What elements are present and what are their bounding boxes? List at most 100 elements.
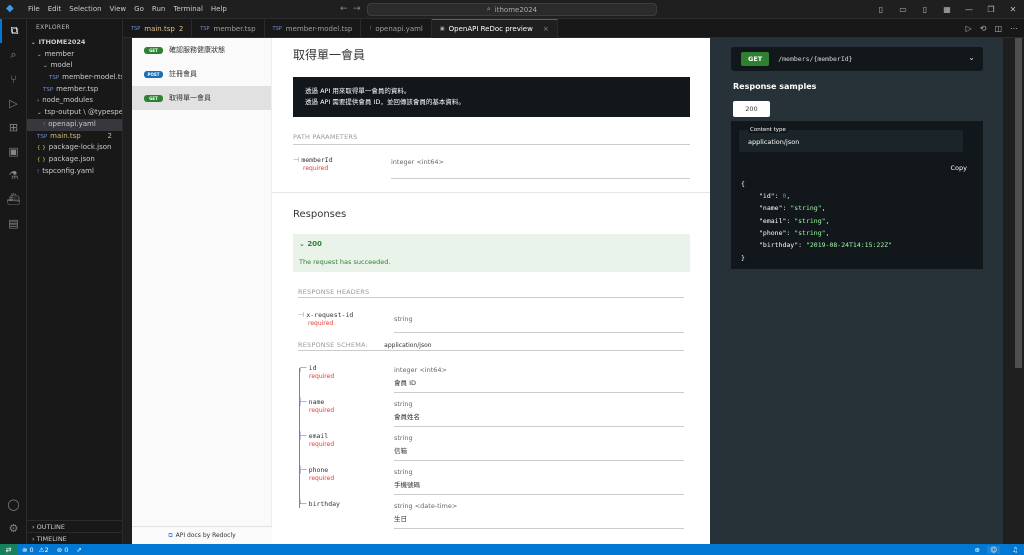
forward-arrow-icon[interactable]: →	[353, 4, 361, 14]
tree-item[interactable]: TSP member.tsp	[27, 84, 122, 96]
copy-button[interactable]: Copy	[951, 164, 968, 172]
close-tab-icon[interactable]: ×	[543, 25, 549, 33]
testing-icon[interactable]: ⚗	[0, 163, 27, 187]
endpoint-path: /members/{memberId}	[778, 55, 853, 63]
tree-item-label: member	[44, 49, 75, 58]
tree-item-label: model	[50, 61, 73, 70]
schema-content-type[interactable]: application/json	[384, 342, 431, 349]
tree-item[interactable]: ! openapi.yaml	[27, 118, 122, 131]
tree-item[interactable]: ⌄ model	[27, 60, 122, 72]
response-code-tab[interactable]: 200	[733, 101, 770, 117]
json-comma: ,	[786, 192, 791, 200]
editor-tab[interactable]: TSP main.tsp 2	[123, 19, 193, 38]
open-changes-icon[interactable]: ⟲	[980, 24, 987, 33]
menu-item-terminal[interactable]: Terminal	[173, 5, 203, 13]
redoc-menu-item[interactable]: GET 確認服務健康狀態	[132, 38, 271, 62]
menu-item-run[interactable]: Run	[152, 5, 165, 13]
docker-icon[interactable]: ⛴	[0, 187, 27, 211]
schema-field-name: id	[308, 364, 317, 372]
tree-item[interactable]: TSP main.tsp 2	[27, 131, 122, 143]
restore-icon[interactable]: ❐	[980, 5, 1002, 14]
split-editor-icon[interactable]: ◫	[994, 24, 1002, 33]
menu-item-view[interactable]: View	[110, 5, 127, 13]
menu-item-help[interactable]: Help	[211, 5, 227, 13]
layout-custom-icon[interactable]: ▦	[936, 5, 958, 14]
header-param-type-cell: string	[394, 315, 684, 333]
layout-secondary-icon[interactable]: ▯	[914, 5, 936, 14]
minimize-icon[interactable]: —	[958, 5, 980, 14]
copilot-icon[interactable]: ☺	[987, 545, 1000, 554]
endpoint-bar[interactable]: GET /members/{memberId} ⌄	[731, 47, 983, 71]
zoom-icon[interactable]: ⊕	[975, 546, 980, 554]
run-debug-icon[interactable]: ▷	[0, 91, 27, 115]
search-activity-icon[interactable]: ⌕	[0, 43, 27, 67]
menu-item-selection[interactable]: Selection	[69, 5, 101, 13]
back-arrow-icon[interactable]: ←	[340, 4, 348, 14]
layout-panel-icon[interactable]: ▭	[892, 5, 914, 14]
close-window-icon[interactable]: ✕	[1002, 5, 1024, 14]
path-param-name-cell: ⊣ memberId required	[293, 156, 333, 172]
preview-icon: ▣	[439, 26, 445, 32]
settings-gear-icon[interactable]: ⚙	[0, 516, 27, 540]
redocly-link[interactable]: API docs by Redocly	[176, 532, 236, 539]
chevron-down-icon: ⌄	[31, 40, 36, 46]
typespec-file-icon: TSP	[272, 25, 282, 32]
menu-item-go[interactable]: Go	[134, 5, 144, 13]
json-comma: ,	[825, 216, 830, 225]
chevron-down-icon: ⌄	[968, 53, 975, 62]
workspace-folder[interactable]: ⌄ ITHOME2024	[27, 37, 122, 49]
header-name: x-request-id	[306, 311, 354, 319]
response-code: 200	[307, 240, 322, 248]
preview-scrollbar-thumb[interactable]	[1015, 38, 1022, 368]
tree-item-label: member-model.tsp	[62, 73, 122, 82]
tree-item[interactable]: TSPmember-model.tsp	[27, 72, 122, 84]
timeline-label: TIMELINE	[36, 535, 67, 543]
schema-field-description: 信箱	[394, 447, 407, 455]
remote-indicator-icon[interactable]: ⇄	[0, 544, 17, 555]
outline-label: OUTLINE	[36, 523, 66, 531]
description-line: 透過 API 用來取得單一會員的資料。	[305, 87, 411, 95]
schema-field-required: required	[309, 407, 335, 414]
timeline-section[interactable]: › TIMELINE	[27, 532, 123, 544]
layout-sidebar-icon[interactable]: ▯	[870, 5, 892, 14]
editor-tab[interactable]: TSP member-model.tsp	[265, 19, 362, 38]
outline-section[interactable]: › OUTLINE	[27, 520, 123, 532]
live-share-icon[interactable]: ⇗	[76, 546, 81, 554]
editor-tab[interactable]: ! openapi.yaml	[361, 19, 432, 38]
problems-indicator[interactable]: ⊗ 0 ⚠2	[22, 546, 49, 554]
content-type-selector[interactable]: Content type application/json	[739, 127, 963, 152]
schema-field-name-cell: ├─ email required	[298, 432, 335, 448]
api-icon[interactable]: ▤	[0, 211, 27, 235]
redoc-menu-item[interactable]: POST 註冊會員	[132, 62, 271, 86]
tree-item[interactable]: ! tspconfig.yaml	[27, 166, 122, 178]
ports-indicator[interactable]: ⊚ 0	[57, 546, 69, 554]
menu-item-edit[interactable]: Edit	[48, 5, 62, 13]
activity-bar: ⧉ ⌕ ⑂ ▷ ⊞ ▣ ⚗ ⛴ ▤ ◯ ⚙	[0, 19, 27, 544]
more-actions-icon[interactable]: ⋯	[1010, 24, 1018, 33]
response-headers-heading: RESPONSE HEADERS	[298, 288, 370, 296]
schema-field-type: integer <int64>	[394, 366, 447, 374]
tree-item[interactable]: ⌄ member	[27, 49, 122, 61]
menu-item-file[interactable]: File	[28, 5, 40, 13]
tree-item[interactable]: › node_modules	[27, 95, 122, 107]
editor-tab[interactable]: TSP member.tsp	[192, 19, 265, 38]
tree-item[interactable]: ⌄tsp-output \ @typespec...	[27, 107, 122, 119]
tree-item[interactable]: { } package-lock.json	[27, 142, 122, 154]
endpoint-method-badge: GET	[741, 52, 770, 66]
schema-field-type: string <date-time>	[394, 502, 458, 510]
redocly-footer[interactable]: ⧉ API docs by Redocly	[132, 526, 272, 544]
source-control-icon[interactable]: ⑂	[0, 67, 27, 91]
redoc-menu-item[interactable]: GET 取得單一會員	[132, 86, 271, 110]
remote-explorer-icon[interactable]: ▣	[0, 139, 27, 163]
command-center-search[interactable]: ⌕ ithome2024	[367, 3, 657, 16]
tree-item[interactable]: { } package.json	[27, 154, 122, 166]
run-icon[interactable]: ▷	[966, 24, 972, 33]
account-icon[interactable]: ◯	[0, 492, 27, 516]
response-200-toggle[interactable]: ⌄ 200 The request has succeeded.	[293, 234, 690, 272]
notifications-bell-icon[interactable]: ♫	[1012, 546, 1018, 554]
tree-item-label: tsp-output \ @typespec...	[44, 108, 122, 117]
explorer-icon[interactable]: ⧉	[0, 19, 27, 43]
editor-tab[interactable]: ▣ OpenAPI ReDoc preview ×	[431, 19, 558, 38]
extensions-icon[interactable]: ⊞	[0, 115, 27, 139]
json-comma: ,	[821, 204, 826, 213]
